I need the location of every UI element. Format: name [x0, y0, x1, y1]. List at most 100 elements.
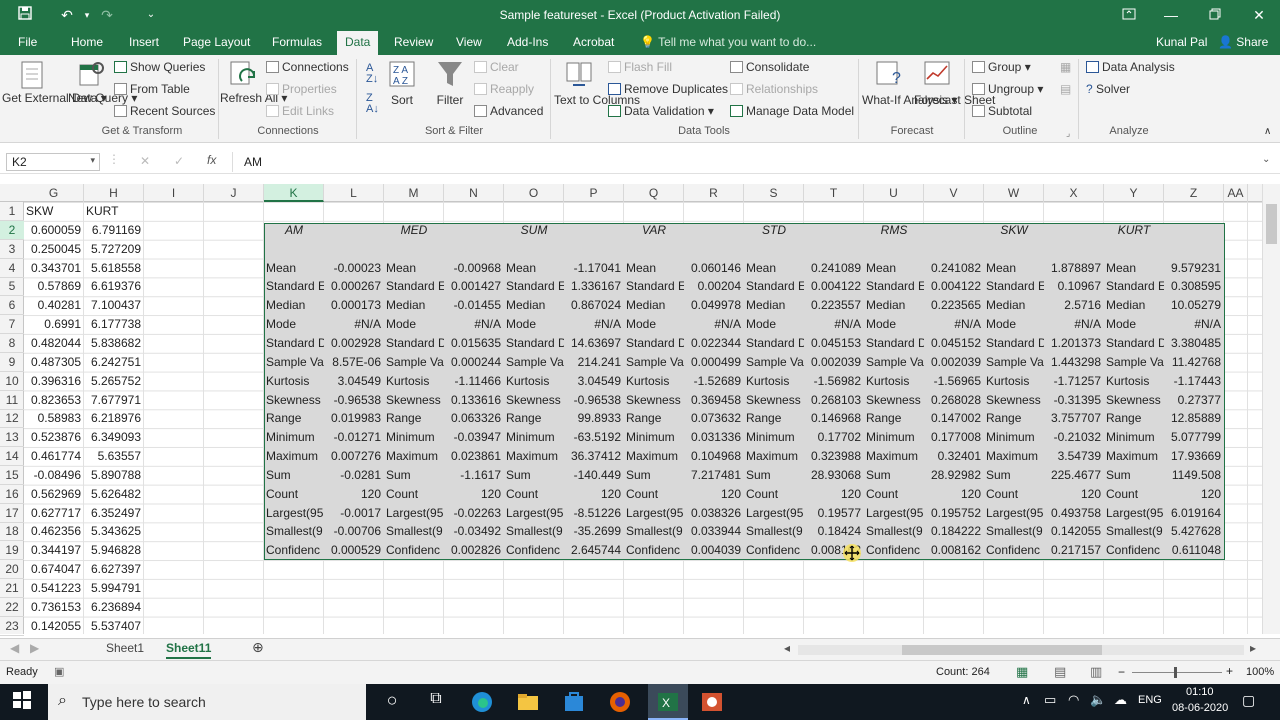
stat-value[interactable]: 120	[924, 485, 984, 504]
cell[interactable]: 5.343625	[84, 522, 144, 541]
stat-label[interactable]: Range	[1104, 409, 1164, 428]
stat-label[interactable]: Range	[864, 409, 924, 428]
stat-value[interactable]: 0.184222	[924, 522, 984, 541]
cell[interactable]: 5.626482	[84, 485, 144, 504]
column-header[interactable]: L	[324, 184, 384, 202]
stat-value[interactable]: 0.031336	[684, 428, 744, 447]
cell[interactable]: 5.265752	[84, 372, 144, 391]
stat-label[interactable]: Maximum	[1104, 447, 1164, 466]
user-name[interactable]: Kunal Pal	[1156, 35, 1207, 49]
stat-value[interactable]: 10.05279	[1164, 296, 1224, 315]
stat-label[interactable]: Mean	[624, 259, 684, 278]
stat-value[interactable]: -0.96538	[564, 391, 624, 410]
stat-value[interactable]: -1.17041	[564, 259, 624, 278]
stat-label[interactable]: Standard E	[1104, 277, 1164, 296]
page-break-view-icon[interactable]: ▥	[1090, 664, 1102, 680]
stat-value[interactable]: -63.5192	[564, 428, 624, 447]
stat-label[interactable]: Count	[504, 485, 564, 504]
column-header[interactable]: W	[984, 184, 1044, 202]
cell[interactable]: 0.6991	[24, 315, 84, 334]
tab-acrobat[interactable]: Acrobat	[573, 35, 614, 49]
language-indicator[interactable]: ENG	[1138, 694, 1162, 706]
stat-value[interactable]: 0.022344	[684, 334, 744, 353]
row-header[interactable]: 21	[0, 579, 24, 598]
stat-value[interactable]: 0.045153	[804, 334, 864, 353]
get-external-data-button[interactable]: Get External Data ▾	[2, 91, 107, 105]
column-header[interactable]: T	[804, 184, 864, 202]
row-header[interactable]: 11	[0, 391, 24, 410]
stat-value[interactable]: 0.147002	[924, 409, 984, 428]
stat-label[interactable]: Skewness	[624, 391, 684, 410]
vertical-scrollbar[interactable]	[1262, 184, 1280, 634]
column-header[interactable]: M	[384, 184, 444, 202]
stat-label[interactable]: Mean	[1104, 259, 1164, 278]
cell[interactable]: 0.541223	[24, 579, 84, 598]
stat-label[interactable]: Mean	[864, 259, 924, 278]
stat-label[interactable]: Standard D	[864, 334, 924, 353]
stat-value[interactable]: 0.611048	[1164, 541, 1224, 560]
stat-value[interactable]: 0.015635	[444, 334, 504, 353]
stat-label[interactable]: Range	[624, 409, 684, 428]
cell[interactable]: 5.537407	[84, 617, 144, 634]
cell[interactable]: 0.250045	[24, 240, 84, 259]
stat-value[interactable]: 3.757707	[1044, 409, 1104, 428]
stat-label[interactable]: Mean	[744, 259, 804, 278]
stat-value[interactable]: 14.63697	[564, 334, 624, 353]
stat-value[interactable]: 1.336167	[564, 277, 624, 296]
stat-label[interactable]: Standard D	[744, 334, 804, 353]
cell[interactable]: 5.994791	[84, 579, 144, 598]
stat-label[interactable]: Maximum	[624, 447, 684, 466]
hide-detail-icon[interactable]: ▤	[1060, 82, 1071, 96]
stat-value[interactable]: 225.4677	[1044, 466, 1104, 485]
stat-value[interactable]: 0.217157	[1044, 541, 1104, 560]
stat-value[interactable]: #N/A	[924, 315, 984, 334]
tell-me-box[interactable]: 💡 Tell me what you want to do...	[640, 35, 816, 49]
stat-label[interactable]: Kurtosis	[384, 372, 444, 391]
network-icon[interactable]: ▭	[1044, 692, 1056, 708]
stat-value[interactable]: 2.645744	[564, 541, 624, 560]
cell[interactable]: 0.40281	[24, 296, 84, 315]
onedrive-icon[interactable]: ☁	[1114, 692, 1127, 708]
cell-header[interactable]: SKW	[24, 202, 84, 221]
stat-value[interactable]: -0.01455	[444, 296, 504, 315]
stat-label[interactable]: Standard D	[384, 334, 444, 353]
ribbon-display-icon[interactable]	[1118, 5, 1140, 25]
stat-value[interactable]: 0.002039	[804, 353, 864, 372]
cell[interactable]: 0.562969	[24, 485, 84, 504]
stat-label[interactable]: Standard E	[504, 277, 564, 296]
stat-label[interactable]: Sum	[1104, 466, 1164, 485]
stat-value[interactable]: 36.37412	[564, 447, 624, 466]
tab-formulas[interactable]: Formulas	[272, 35, 322, 49]
cell[interactable]: 0.823653	[24, 391, 84, 410]
row-header[interactable]: 4	[0, 259, 24, 278]
stat-label[interactable]: Standard E	[984, 277, 1044, 296]
stat-value[interactable]: 0.004122	[924, 277, 984, 296]
stat-value[interactable]: 0.073632	[684, 409, 744, 428]
stat-label[interactable]: Mode	[744, 315, 804, 334]
stat-value[interactable]: 0.001427	[444, 277, 504, 296]
next-sheet-icon[interactable]: ▶	[30, 641, 39, 655]
stat-label[interactable]: Sum	[264, 466, 324, 485]
tab-file[interactable]: File	[18, 35, 37, 49]
row-header[interactable]: 7	[0, 315, 24, 335]
page-layout-view-icon[interactable]: ▤	[1054, 664, 1066, 680]
stat-header[interactable]: SKW	[984, 221, 1044, 240]
formula-content[interactable]: AM	[244, 155, 262, 169]
stat-value[interactable]: 0.268103	[804, 391, 864, 410]
stat-label[interactable]: Median	[264, 296, 324, 315]
stat-label[interactable]: Smallest(9	[1104, 522, 1164, 541]
stat-value[interactable]: 0.493758	[1044, 504, 1104, 523]
stat-label[interactable]: Range	[504, 409, 564, 428]
stat-label[interactable]: Smallest(9	[744, 522, 804, 541]
row-header[interactable]: 12	[0, 409, 24, 429]
tab-review[interactable]: Review	[394, 35, 433, 49]
cell[interactable]: 5.890788	[84, 466, 144, 485]
stat-value[interactable]: 0.008162	[924, 541, 984, 560]
stat-header[interactable]: RMS	[864, 221, 924, 240]
tab-data[interactable]: Data	[337, 31, 379, 55]
stat-label[interactable]: Standard D	[504, 334, 564, 353]
cell[interactable]: 0.627717	[24, 504, 84, 523]
stat-label[interactable]: Mode	[504, 315, 564, 334]
stat-label[interactable]: Kurtosis	[1104, 372, 1164, 391]
stat-value[interactable]: 0.19577	[804, 504, 864, 523]
